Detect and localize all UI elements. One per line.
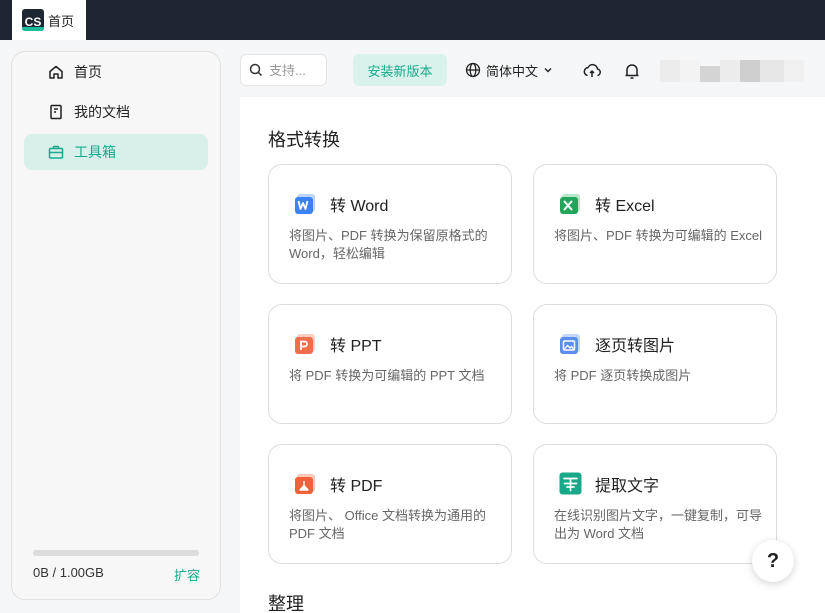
main-panel: 格式转换 转 Word 将图片、PDF 转换为保留原格式的 Word，轻松编辑 … xyxy=(240,97,825,613)
section-title-format-conversion: 格式转换 xyxy=(268,130,340,150)
language-label: 简体中文 xyxy=(486,63,539,79)
tool-card-to-word[interactable]: 转 Word 将图片、PDF 转换为保留原格式的 Word，轻松编辑 xyxy=(268,164,512,284)
expand-storage-link[interactable]: 扩容 xyxy=(174,565,200,584)
search-icon xyxy=(249,63,263,77)
chevron-down-icon xyxy=(544,68,552,73)
tool-card-to-excel[interactable]: 转 Excel 将图片、PDF 转换为可编辑的 Excel xyxy=(533,164,777,284)
section-title-organize: 整理 xyxy=(268,594,304,613)
card-description: 将图片、PDF 转换为可编辑的 Excel xyxy=(554,228,763,243)
image-icon xyxy=(558,331,583,356)
card-description: 将 PDF 转换为可编辑的 PPT 文档 xyxy=(289,368,485,383)
tool-card-to-pdf[interactable]: 转 PDF 将图片、 Office 文档转换为通用的 PDF 文档 xyxy=(268,444,512,564)
card-description: 将 PDF 逐页转换成图片 xyxy=(554,368,692,383)
tab-label: 首页 xyxy=(48,13,75,29)
search-input[interactable] xyxy=(269,62,327,78)
card-title: 转 Word xyxy=(330,197,389,215)
card-title: 逐页转图片 xyxy=(595,337,676,355)
sidebar-item-toolbox[interactable]: 工具箱 xyxy=(24,134,208,170)
storage-usage-text: 0B / 1.00GB xyxy=(33,565,104,580)
card-description: 在线识别图片文字，一键复制，可导出为 Word 文档 xyxy=(554,508,763,541)
help-button[interactable]: ? xyxy=(752,540,794,582)
language-selector[interactable]: 简体中文 xyxy=(465,54,553,86)
tool-card-pages-to-images[interactable]: 逐页转图片 将 PDF 逐页转换成图片 xyxy=(533,304,777,424)
tab-home[interactable]: CS 首页 xyxy=(12,0,86,40)
excel-icon xyxy=(558,191,583,216)
home-icon xyxy=(48,64,64,80)
word-icon xyxy=(293,191,318,216)
sidebar-item-label: 首页 xyxy=(74,64,102,80)
card-title: 提取文字 xyxy=(595,477,660,495)
title-bar: CS 首页 xyxy=(0,0,825,40)
pdf-icon xyxy=(293,471,318,496)
sidebar-item-label: 工具箱 xyxy=(74,144,116,160)
ppt-icon xyxy=(293,331,318,356)
card-title: 转 Excel xyxy=(595,197,655,215)
tool-card-to-ppt[interactable]: 转 PPT 将 PDF 转换为可编辑的 PPT 文档 xyxy=(268,304,512,424)
install-new-version-button[interactable]: 安装新版本 xyxy=(353,54,447,86)
sidebar: 首页 我的文档 工具箱 0B / 1.00GB 扩容 xyxy=(11,51,221,600)
tool-card-extract-text[interactable]: 提取文字 在线识别图片文字，一键复制，可导出为 Word 文档 xyxy=(533,444,777,564)
card-title: 转 PPT xyxy=(330,337,382,355)
search-box[interactable] xyxy=(240,54,327,86)
storage-progress-bar xyxy=(33,550,199,556)
card-description: 将图片、 Office 文档转换为通用的 PDF 文档 xyxy=(289,508,486,541)
text-extract-icon xyxy=(558,471,583,496)
document-icon xyxy=(48,104,64,120)
card-description: 将图片、PDF 转换为保留原格式的 Word，轻松编辑 xyxy=(289,228,488,261)
cloud-sync-icon[interactable] xyxy=(582,61,602,81)
app-logo: CS xyxy=(22,9,44,31)
bell-icon[interactable] xyxy=(622,61,642,81)
sidebar-item-label: 我的文档 xyxy=(74,104,130,120)
user-account-area[interactable] xyxy=(660,60,804,82)
card-title: 转 PDF xyxy=(330,477,383,495)
sidebar-item-documents[interactable]: 我的文档 xyxy=(24,94,208,130)
sidebar-item-home[interactable]: 首页 xyxy=(24,54,208,90)
globe-icon xyxy=(465,62,481,78)
toolbox-icon xyxy=(48,144,64,160)
